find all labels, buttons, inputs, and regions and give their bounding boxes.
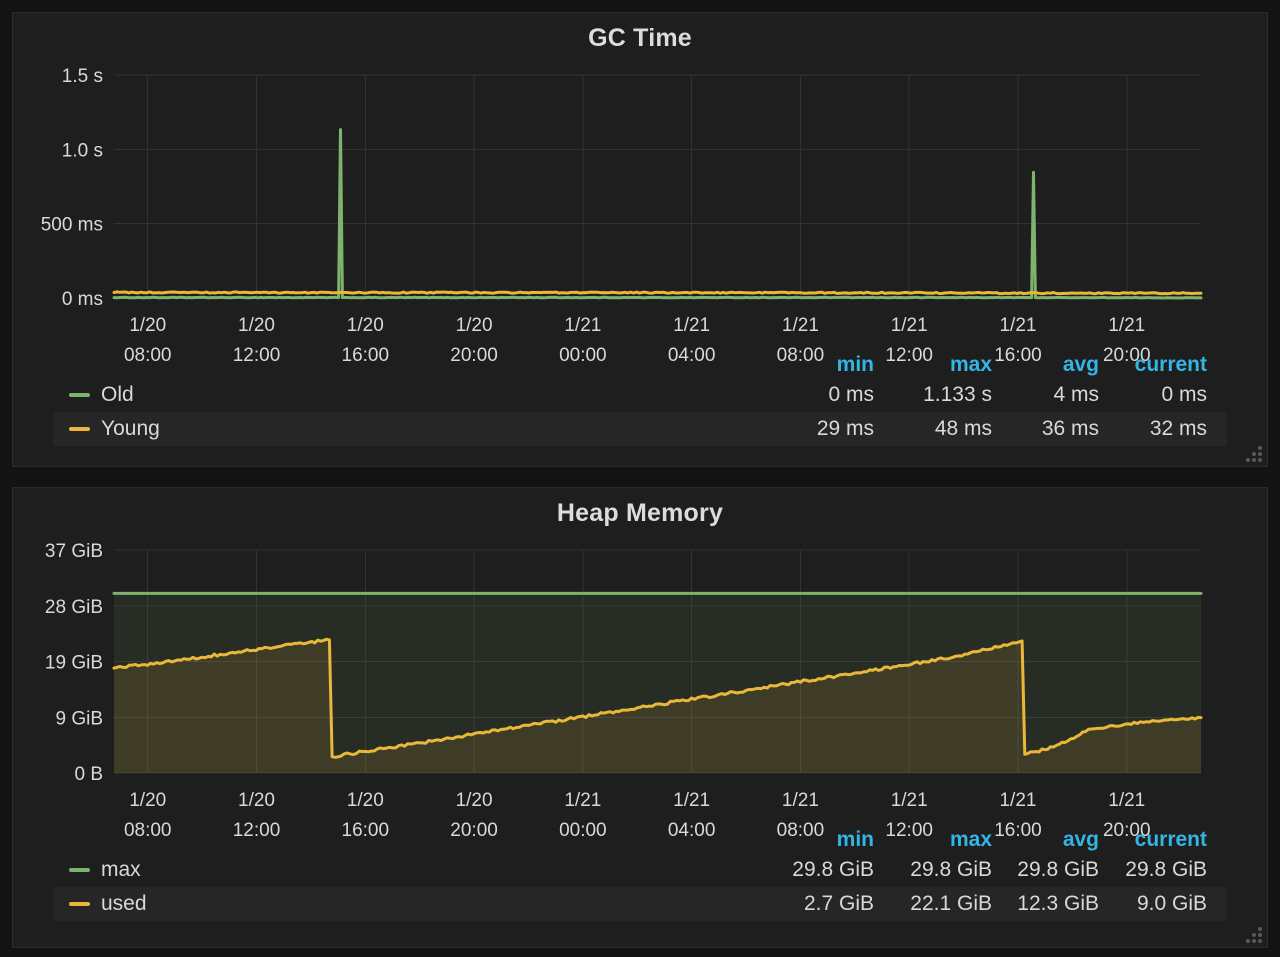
legend-header-row: min max avg current [53, 351, 1227, 378]
legend-series-Young[interactable]: Young [69, 417, 754, 441]
svg-text:1/20: 1/20 [129, 790, 166, 811]
legend-header-row: min max avg current [53, 826, 1227, 853]
legend-value-avg: 36 ms [1041, 417, 1099, 440]
legend-value-min: 2.7 GiB [803, 892, 874, 915]
legend-series-used[interactable]: used [69, 892, 754, 916]
svg-text:1.5 s: 1.5 s [62, 66, 103, 87]
legend-series-label: max [101, 858, 141, 881]
series-color-swatch[interactable] [69, 427, 90, 431]
legend-header-min[interactable]: min [754, 828, 874, 852]
y-axis-labels: 0 B 9 GiB 19 GiB 28 GiB 37 GiB [45, 541, 103, 785]
legend-header-max[interactable]: max [874, 353, 992, 377]
legend-value-current: 32 ms [1149, 417, 1207, 440]
legend-value-max: 1.133 s [923, 383, 992, 406]
svg-text:1/20: 1/20 [456, 790, 493, 811]
svg-text:1/20: 1/20 [456, 315, 493, 336]
svg-text:1/21: 1/21 [999, 315, 1036, 336]
svg-text:1/21: 1/21 [891, 790, 928, 811]
svg-text:1/21: 1/21 [1108, 315, 1145, 336]
legend-header-min[interactable]: min [754, 353, 874, 377]
legend-series-max[interactable]: max [69, 858, 754, 882]
legend-value-min: 29.8 GiB [792, 858, 874, 881]
panel-resize-handle-icon[interactable] [1246, 927, 1262, 943]
legend-value-avg: 29.8 GiB [1017, 858, 1099, 881]
svg-text:1/20: 1/20 [238, 315, 275, 336]
panel-title[interactable]: Heap Memory [13, 488, 1267, 528]
panel-title[interactable]: GC Time [13, 13, 1267, 53]
legend-row-max: max 29.8 GiB 29.8 GiB 29.8 GiB 29.8 GiB [53, 853, 1227, 887]
gc-time-chart[interactable]: 0 ms500 ms1.0 s1.5 s1/2008:001/2012:001/… [13, 13, 1267, 373]
svg-text:1/21: 1/21 [564, 790, 601, 811]
svg-text:1/21: 1/21 [673, 315, 710, 336]
svg-text:1/21: 1/21 [1108, 790, 1145, 811]
y-axis-labels: 0 ms 500 ms 1.0 s 1.5 s [41, 66, 103, 310]
svg-text:9 GiB: 9 GiB [55, 708, 103, 729]
legend-value-min: 29 ms [816, 417, 874, 440]
svg-text:1/20: 1/20 [347, 790, 384, 811]
legend-series-Old[interactable]: Old [69, 383, 754, 407]
series-color-swatch[interactable] [69, 393, 90, 397]
legend-series-label: used [101, 892, 147, 915]
legend-header-avg[interactable]: avg [992, 828, 1099, 852]
legend-value-max: 29.8 GiB [910, 858, 992, 881]
legend-header-current[interactable]: current [1099, 828, 1207, 852]
svg-text:1/20: 1/20 [347, 315, 384, 336]
svg-text:1/21: 1/21 [891, 315, 928, 336]
legend-row-Young: Young 29 ms 48 ms 36 ms 32 ms [53, 412, 1227, 446]
panel-resize-handle-icon[interactable] [1246, 446, 1262, 462]
svg-text:19 GiB: 19 GiB [45, 653, 103, 674]
grafana-dashboard: { "page": {"background": "#131313"}, "co… [0, 0, 1280, 957]
legend-table: min max avg current Old 0 ms 1.133 s 4 ms 0 ms Yo… [53, 351, 1227, 446]
legend-header-current[interactable]: current [1099, 353, 1207, 377]
legend-row-used: used 2.7 GiB 22.1 GiB 12.3 GiB 9.0 GiB [53, 887, 1227, 921]
svg-text:1/21: 1/21 [782, 790, 819, 811]
svg-text:28 GiB: 28 GiB [45, 597, 103, 618]
legend-value-current: 0 ms [1161, 383, 1207, 406]
svg-text:0 ms: 0 ms [62, 289, 103, 310]
legend-series-label: Old [101, 383, 134, 406]
series-color-swatch[interactable] [69, 902, 90, 906]
svg-text:1/20: 1/20 [129, 315, 166, 336]
legend-value-avg: 4 ms [1053, 383, 1099, 406]
legend-table: min max avg current max 29.8 GiB 29.8 GiB 29.8 … [53, 826, 1227, 921]
legend-value-current: 9.0 GiB [1136, 892, 1207, 915]
legend-series-label: Young [101, 417, 160, 440]
legend-value-max: 22.1 GiB [910, 892, 992, 915]
svg-text:1.0 s: 1.0 s [62, 140, 103, 161]
legend-value-current: 29.8 GiB [1125, 858, 1207, 881]
legend-header-avg[interactable]: avg [992, 353, 1099, 377]
panel-gc-time: GC Time 0 ms 500 ms 1.0 s 1.5 s 1/20 08:00 1/2… [12, 12, 1268, 467]
svg-text:1/21: 1/21 [999, 790, 1036, 811]
svg-text:0 B: 0 B [74, 764, 103, 785]
panel-heap-memory: Heap Memory 0 B 9 GiB 19 GiB 28 GiB 37 GiB 1/… [12, 487, 1268, 948]
svg-text:37 GiB: 37 GiB [45, 541, 103, 562]
series-Young [112, 290, 1203, 296]
grid-lines [114, 74, 1201, 299]
legend-value-min: 0 ms [828, 383, 874, 406]
svg-text:500 ms: 500 ms [41, 215, 103, 236]
heap-memory-chart[interactable]: 0 B9 GiB19 GiB28 GiB37 GiB1/2008:001/201… [13, 488, 1267, 848]
series-Old [112, 128, 1203, 300]
svg-text:1/20: 1/20 [238, 790, 275, 811]
svg-text:1/21: 1/21 [673, 790, 710, 811]
legend-value-max: 48 ms [934, 417, 992, 440]
legend-value-avg: 12.3 GiB [1017, 892, 1099, 915]
series-color-swatch[interactable] [69, 868, 90, 872]
svg-text:1/21: 1/21 [782, 315, 819, 336]
legend-header-max[interactable]: max [874, 828, 992, 852]
legend-row-Old: Old 0 ms 1.133 s 4 ms 0 ms [53, 378, 1227, 412]
svg-text:1/21: 1/21 [564, 315, 601, 336]
